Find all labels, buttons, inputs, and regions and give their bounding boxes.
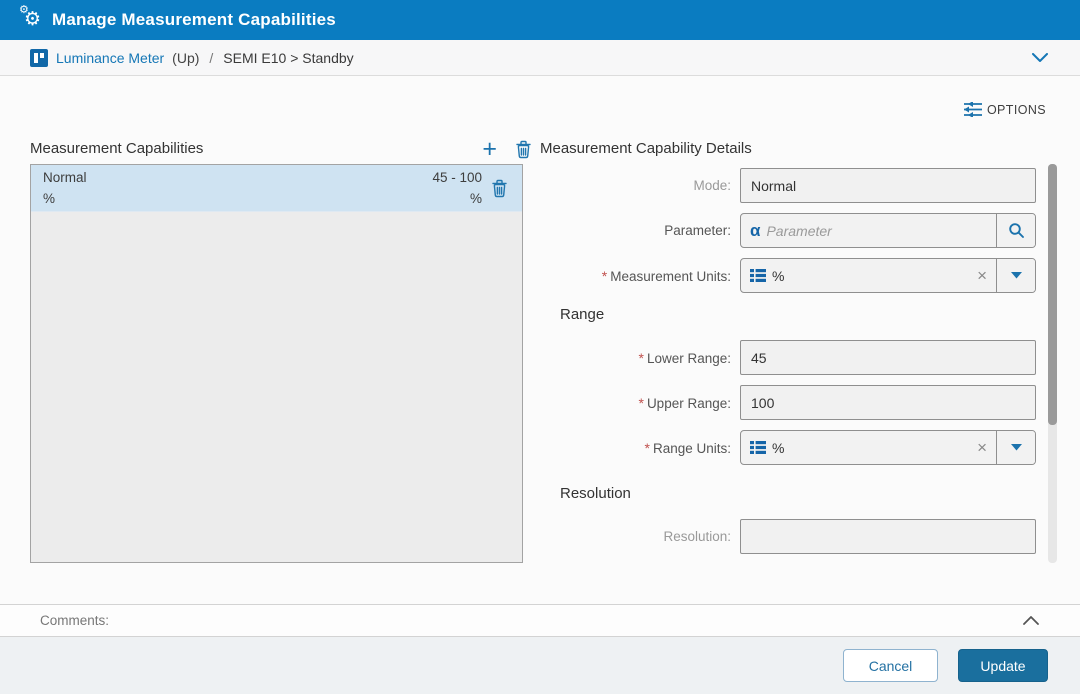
lower-range-label: * Lower Range:	[638, 349, 731, 366]
dialog-footer: Cancel Update	[0, 637, 1080, 694]
resolution-section-heading: Resolution	[560, 485, 631, 502]
add-capability-button[interactable]: +	[480, 137, 499, 162]
lower-range-row: * Lower Range:	[540, 340, 1045, 375]
capability-range-units: %	[469, 191, 482, 206]
range-section-heading: Range	[560, 306, 605, 323]
list-icon	[741, 441, 772, 454]
upper-range-label: * Upper Range:	[638, 394, 731, 411]
dropdown-arrow-icon	[1010, 444, 1022, 451]
options-button[interactable]: OPTIONS	[962, 100, 1048, 119]
mode-row: Mode:	[540, 168, 1045, 203]
list-icon	[741, 269, 772, 282]
breadcrumb-path: SEMI E10 > Standby	[223, 49, 354, 66]
parameter-label: Parameter:	[664, 223, 731, 238]
measurement-units-label: * Measurement Units:	[601, 267, 731, 284]
search-icon	[1008, 223, 1024, 238]
clear-icon[interactable]: ×	[968, 439, 996, 456]
window-titlebar: ⚙ ⚙ Manage Measurement Capabilities	[0, 0, 1080, 40]
gear-small-glyph: ⚙	[19, 4, 29, 16]
mode-input	[740, 168, 1036, 203]
capability-item-right: 45 - 100 %	[432, 170, 482, 206]
lower-range-input[interactable]	[740, 340, 1036, 375]
resolution-input	[740, 519, 1036, 554]
trash-icon	[516, 140, 531, 158]
capability-units: %	[43, 191, 56, 206]
capabilities-panel: Measurement Capabilities + Normal % 45 -…	[30, 137, 531, 563]
comments-section[interactable]: Comments:	[0, 604, 1080, 637]
mode-label: Mode:	[693, 178, 731, 193]
equipment-icon	[30, 48, 48, 67]
details-title: Measurement Capability Details	[540, 140, 752, 157]
parameter-field: α	[740, 213, 1036, 248]
parameter-search-button[interactable]	[996, 214, 1035, 247]
capability-details-panel: Measurement Capability Details Mode: Par…	[540, 139, 1045, 564]
alpha-icon: α	[750, 221, 761, 240]
gears-icon: ⚙ ⚙	[19, 4, 46, 32]
capabilities-panel-header: Measurement Capabilities +	[30, 137, 532, 162]
capabilities-list[interactable]: Normal % 45 - 100 %	[30, 164, 523, 563]
capability-mode: Normal	[43, 170, 87, 185]
range-units-label: * Range Units:	[644, 439, 732, 456]
upper-range-row: * Upper Range:	[540, 385, 1045, 420]
parameter-input[interactable]	[766, 222, 996, 239]
capability-list-item-selected[interactable]: Normal % 45 - 100 %	[31, 165, 522, 212]
capability-item-left: Normal %	[43, 170, 432, 206]
main-content: OPTIONS Measurement Capabilities + Norma…	[0, 76, 1080, 604]
delete-capability-row-button[interactable]	[482, 179, 516, 198]
range-units-row: * Range Units: % ×	[540, 430, 1045, 465]
scrollbar-thumb[interactable]	[1048, 164, 1057, 425]
trash-icon	[491, 179, 507, 197]
breadcrumb-equipment-link[interactable]: Luminance Meter	[56, 50, 164, 66]
capabilities-list-title: Measurement Capabilities	[30, 140, 204, 157]
update-button[interactable]: Update	[958, 649, 1048, 682]
cancel-button[interactable]: Cancel	[843, 649, 938, 682]
details-scrollbar[interactable]	[1048, 164, 1057, 563]
measurement-units-field[interactable]: % ×	[740, 258, 1036, 293]
range-units-dropdown-button[interactable]	[996, 431, 1035, 464]
measurement-units-dropdown-button[interactable]	[996, 259, 1035, 292]
options-sliders-icon	[963, 102, 982, 117]
breadcrumb: Luminance Meter (Up) / SEMI E10 > Standb…	[0, 40, 1080, 76]
capability-range: 45 - 100	[432, 170, 482, 185]
resolution-row: Resolution:	[540, 519, 1045, 554]
options-label: OPTIONS	[986, 102, 1046, 117]
measurement-units-value: %	[772, 267, 785, 284]
upper-range-input[interactable]	[740, 385, 1036, 420]
comments-collapse-chevron-icon[interactable]	[1020, 613, 1042, 628]
clear-icon[interactable]: ×	[968, 267, 996, 284]
breadcrumb-up-label[interactable]: (Up)	[172, 50, 199, 66]
window-title: Manage Measurement Capabilities	[52, 10, 336, 29]
dropdown-arrow-icon	[1010, 272, 1022, 279]
range-units-value: %	[772, 439, 785, 456]
measurement-units-row: * Measurement Units: % ×	[540, 258, 1045, 293]
parameter-row: Parameter: α	[540, 213, 1045, 248]
range-units-field[interactable]: % ×	[740, 430, 1036, 465]
resolution-label: Resolution:	[663, 529, 731, 544]
delete-capability-button[interactable]	[515, 140, 532, 159]
breadcrumb-separator: /	[209, 49, 214, 66]
comments-label: Comments:	[40, 613, 110, 628]
breadcrumb-collapse-chevron-icon[interactable]	[1030, 49, 1050, 66]
manage-measurement-capabilities-window: ⚙ ⚙ Manage Measurement Capabilities Lumi…	[0, 0, 1080, 694]
